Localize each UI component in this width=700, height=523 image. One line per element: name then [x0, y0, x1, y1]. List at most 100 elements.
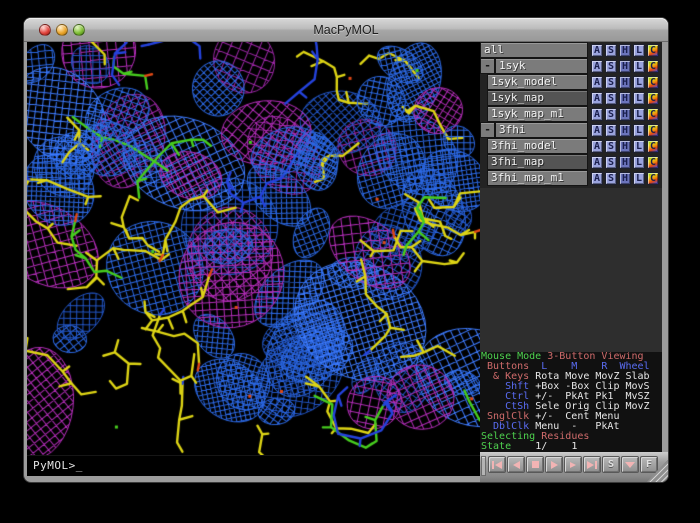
show-button[interactable]: S	[605, 124, 617, 137]
step-forward-button[interactable]	[564, 456, 582, 473]
color-button[interactable]: C	[647, 140, 659, 153]
show-button[interactable]: S	[605, 76, 617, 89]
color-button[interactable]: C	[647, 172, 659, 185]
play-icon	[551, 461, 558, 469]
play-button[interactable]	[545, 456, 563, 473]
stop-button[interactable]	[526, 456, 544, 473]
object-row: 1syk_model ASHLC	[480, 75, 662, 89]
expander-toggle[interactable]: -	[481, 123, 494, 137]
object-name[interactable]: 1syk_map	[488, 91, 587, 105]
show-button[interactable]: S	[605, 92, 617, 105]
action-button[interactable]: A	[591, 124, 603, 137]
color-button[interactable]: C	[647, 76, 659, 89]
fullscreen-button[interactable]: F	[640, 456, 658, 473]
label-button[interactable]: L	[633, 172, 645, 185]
hide-button[interactable]: H	[619, 92, 631, 105]
action-button[interactable]: A	[591, 172, 603, 185]
color-button[interactable]: C	[647, 108, 659, 121]
skip-end-icon	[587, 461, 594, 469]
frame-menu-button[interactable]	[621, 456, 639, 473]
object-row: -1syk ASHLC	[480, 59, 662, 73]
go-to-start-button[interactable]	[488, 456, 506, 473]
hide-button[interactable]: H	[619, 76, 631, 89]
hide-button[interactable]: H	[619, 108, 631, 121]
label-button[interactable]: L	[633, 140, 645, 153]
hide-button[interactable]: H	[619, 44, 631, 57]
action-button[interactable]: A	[591, 44, 603, 57]
row-buttons: ASHLC	[591, 91, 659, 105]
object-name[interactable]: 3fhi_map	[488, 155, 587, 169]
show-button[interactable]: S	[605, 108, 617, 121]
object-row: 3fhi_map ASHLC	[480, 155, 662, 169]
scene-button-label: S	[608, 459, 614, 470]
object-row: 3fhi_model ASHLC	[480, 139, 662, 153]
go-to-end-button[interactable]	[583, 456, 601, 473]
mouse-mode-panel[interactable]: Mouse Mode 3-Button Viewing Buttons L M …	[480, 352, 662, 452]
action-button[interactable]: A	[591, 140, 603, 153]
row-buttons: ASHLC	[591, 123, 659, 137]
show-button[interactable]: S	[605, 156, 617, 169]
step-forward-icon	[570, 462, 576, 468]
mouse-panel-line: State 1/ 1	[481, 442, 662, 452]
label-button[interactable]: L	[633, 108, 645, 121]
hide-button[interactable]: H	[619, 172, 631, 185]
movie-buttons: SF	[488, 456, 658, 473]
object-list: allASHLC-1sykASHLC1syk_modelASHLC1syk_ma…	[480, 42, 662, 188]
color-button[interactable]: C	[647, 156, 659, 169]
mouse-panel-text: State	[481, 441, 511, 452]
command-prompt[interactable]: PyMOL>_	[27, 455, 480, 476]
window-titlebar[interactable]: MacPyMOL	[24, 18, 668, 42]
fullscreen-label: F	[646, 459, 652, 470]
action-button[interactable]: A	[591, 60, 603, 73]
prompt-text: PyMOL>_	[33, 459, 83, 472]
hide-button[interactable]: H	[619, 124, 631, 137]
step-back-button[interactable]	[507, 456, 525, 473]
row-buttons: ASHLC	[591, 107, 659, 121]
row-buttons: ASHLC	[591, 139, 659, 153]
viewport-3d[interactable]	[27, 42, 480, 455]
object-name[interactable]: 3fhi_map_m1	[488, 171, 587, 185]
row-buttons: ASHLC	[591, 43, 659, 57]
action-button[interactable]: A	[591, 156, 603, 169]
object-name[interactable]: 1syk_map_m1	[488, 107, 587, 121]
hide-button[interactable]: H	[619, 156, 631, 169]
mouse-panel-text: 1/ 1	[511, 441, 577, 452]
show-button[interactable]: S	[605, 60, 617, 73]
object-name[interactable]: all	[481, 43, 587, 57]
show-button[interactable]: S	[605, 44, 617, 57]
expander-toggle[interactable]: -	[481, 59, 494, 73]
action-button[interactable]: A	[591, 76, 603, 89]
object-row: 1syk_map ASHLC	[480, 91, 662, 105]
color-button[interactable]: C	[647, 124, 659, 137]
stop-icon	[532, 461, 539, 468]
row-buttons: ASHLC	[591, 75, 659, 89]
object-name[interactable]: 1syk_model	[488, 75, 587, 89]
color-button[interactable]: C	[647, 44, 659, 57]
object-name[interactable]: 3fhi	[496, 123, 587, 137]
object-row: -3fhi ASHLC	[480, 123, 662, 137]
skip-end-icon	[595, 461, 597, 469]
color-button[interactable]: C	[647, 92, 659, 105]
action-button[interactable]: A	[591, 108, 603, 121]
movie-control-bar: SF	[480, 452, 668, 482]
bar-divider	[482, 457, 485, 475]
label-button[interactable]: L	[633, 60, 645, 73]
object-row: 3fhi_map_m1 ASHLC	[480, 171, 662, 185]
object-name[interactable]: 3fhi_model	[488, 139, 587, 153]
object-name[interactable]: 1syk	[496, 59, 587, 73]
show-button[interactable]: S	[605, 172, 617, 185]
label-button[interactable]: L	[633, 92, 645, 105]
action-button[interactable]: A	[591, 92, 603, 105]
skip-start-icon	[492, 461, 494, 469]
window-title: MacPyMOL	[24, 18, 668, 42]
desktop-background: MacPyMOL PyMOL>_ allASHLC-1sykASHLC1syk_…	[0, 0, 700, 523]
hide-button[interactable]: H	[619, 60, 631, 73]
scene-button-button[interactable]: S	[602, 456, 620, 473]
label-button[interactable]: L	[633, 44, 645, 57]
label-button[interactable]: L	[633, 76, 645, 89]
color-button[interactable]: C	[647, 60, 659, 73]
label-button[interactable]: L	[633, 156, 645, 169]
show-button[interactable]: S	[605, 140, 617, 153]
label-button[interactable]: L	[633, 124, 645, 137]
hide-button[interactable]: H	[619, 140, 631, 153]
